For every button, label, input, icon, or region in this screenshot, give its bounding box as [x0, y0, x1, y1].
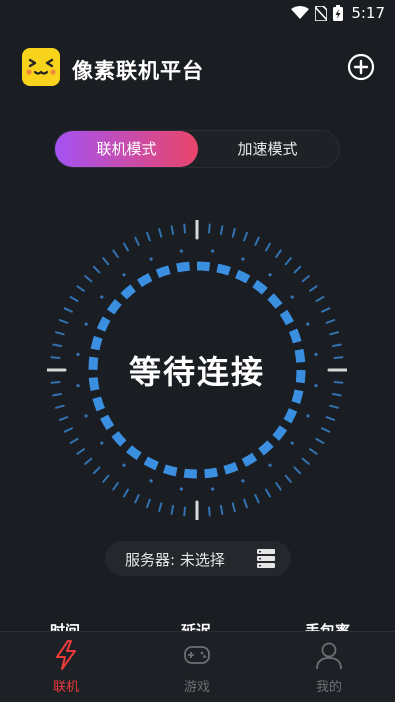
gamepad-icon: [184, 646, 210, 664]
plus-circle-icon: [347, 53, 375, 81]
nav-item-profile[interactable]: 我的: [289, 632, 369, 702]
lightning-icon: [56, 640, 76, 670]
mode-toggle: 联机模式 加速模式: [54, 130, 340, 168]
server-selector[interactable]: 服务器: 未选择: [105, 541, 291, 576]
battery-charging-icon: [333, 5, 343, 21]
server-label: 服务器: 未选择: [125, 551, 225, 569]
connection-dial[interactable]: 等待连接: [47, 220, 347, 520]
nav-item-connect[interactable]: 联机: [26, 632, 106, 702]
wifi-icon: [291, 6, 309, 19]
connection-status: 等待连接: [128, 353, 265, 391]
bottom-nav: 联机 游戏 我的: [0, 631, 395, 702]
status-time: 5:17: [351, 4, 385, 22]
tab-accelerate-mode[interactable]: 加速模式: [196, 131, 339, 167]
server-icon: [257, 549, 275, 568]
app-logo-icon: [22, 48, 60, 86]
nav-label-games: 游戏: [183, 680, 210, 695]
status-bar: 5:17: [0, 0, 395, 26]
add-button[interactable]: [347, 53, 375, 81]
nav-label-profile: 我的: [315, 680, 342, 695]
nav-label-connect: 联机: [52, 680, 79, 695]
app-title: 像素联机平台: [72, 59, 204, 83]
tab-connect-mode[interactable]: 联机模式: [55, 131, 198, 167]
person-icon: [316, 642, 342, 670]
app-header: 像素联机平台: [22, 48, 375, 88]
status-icons: [291, 5, 343, 21]
nav-item-games[interactable]: 游戏: [157, 632, 237, 702]
no-sim-icon: [315, 5, 327, 21]
